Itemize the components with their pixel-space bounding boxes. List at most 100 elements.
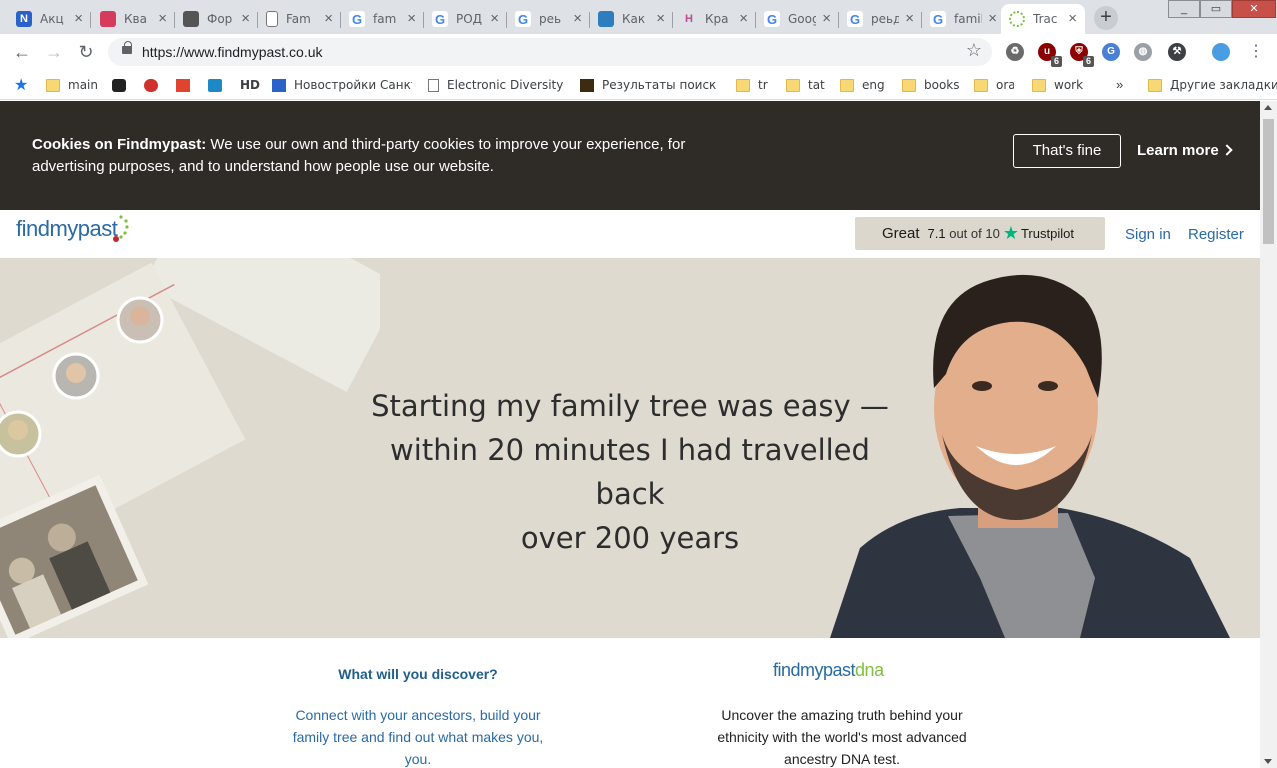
bookmark-item[interactable] bbox=[112, 77, 126, 93]
bookmarks-bar: ★ main HD Новостройки Санкт- Electronic Div… bbox=[0, 70, 1277, 100]
profile-avatar-icon[interactable] bbox=[1212, 43, 1230, 61]
bookmark-item[interactable]: books bbox=[902, 77, 960, 93]
learn-more-link[interactable]: Learn more bbox=[1137, 142, 1233, 159]
site-header: findmypast Great 7.1 out of 10 ★ Trustpi… bbox=[0, 210, 1260, 258]
bookmark-label: HD bbox=[240, 78, 261, 92]
tools-icon[interactable]: ⚒ bbox=[1168, 43, 1186, 61]
hero-quote: Starting my family tree was easy — withi… bbox=[370, 384, 890, 560]
rating-word: Great bbox=[882, 225, 920, 242]
folder-icon bbox=[974, 78, 988, 92]
new-tab-button[interactable]: + bbox=[1094, 6, 1118, 30]
discover-text[interactable]: Connect with your ancestors, build your … bbox=[284, 704, 552, 768]
tab-title: Fam bbox=[286, 12, 311, 26]
browser-tab[interactable]: G РОД × bbox=[424, 4, 507, 34]
google-g-icon: G bbox=[764, 11, 780, 27]
discover-heading[interactable]: What will you discover? bbox=[300, 666, 536, 682]
bookmark-label: Другие закладки bbox=[1170, 78, 1277, 92]
bookmark-other-folder[interactable]: Другие закладки bbox=[1148, 77, 1277, 93]
plug-icon bbox=[144, 78, 158, 92]
bookmark-item[interactable] bbox=[144, 77, 158, 93]
bookmark-item[interactable]: Новостройки Санкт- bbox=[272, 77, 412, 93]
tab-close-icon[interactable]: × bbox=[822, 10, 831, 27]
scroll-up-arrow-icon[interactable] bbox=[1264, 105, 1272, 110]
browser-tab[interactable]: Gреь × bbox=[507, 4, 590, 34]
accept-cookies-button[interactable]: That's fine bbox=[1013, 134, 1121, 168]
bookmark-item[interactable]: main bbox=[46, 77, 98, 93]
bookmark-item[interactable]: ora bbox=[974, 77, 1014, 93]
cookie-message: Cookies on Findmypast: We use our own an… bbox=[32, 134, 752, 178]
tab-divider bbox=[90, 12, 91, 28]
browser-tab[interactable]: H Кра × bbox=[673, 4, 756, 34]
bookmark-label: tr bbox=[758, 78, 768, 92]
bookmark-item[interactable]: HD bbox=[240, 77, 260, 93]
forward-button[interactable]: → bbox=[42, 40, 66, 64]
tab-title: Trac bbox=[1033, 12, 1058, 26]
trustpilot-rating[interactable]: Great 7.1 out of 10 ★ Trustpilot bbox=[855, 217, 1105, 250]
smiling-man-photo bbox=[830, 274, 1230, 638]
bookmark-label: Новостройки Санкт- bbox=[294, 78, 412, 92]
translate-icon[interactable]: G bbox=[1102, 43, 1120, 61]
shield-icon[interactable]: ⛨ 6 bbox=[1070, 43, 1094, 67]
tab-close-icon[interactable]: × bbox=[739, 10, 748, 27]
tab-close-icon[interactable]: × bbox=[490, 10, 499, 27]
recycle-icon[interactable]: ♻ bbox=[1006, 43, 1024, 61]
window-close-button[interactable]: ✕ bbox=[1232, 0, 1276, 18]
url-text[interactable]: https://www.findmypast.co.uk bbox=[142, 44, 323, 60]
maximize-button[interactable]: ▭ bbox=[1200, 0, 1232, 18]
tab-close-icon[interactable]: × bbox=[573, 10, 582, 27]
chevron-right-icon bbox=[1221, 144, 1233, 156]
tab-close-icon[interactable]: × bbox=[241, 10, 250, 27]
tab-close-icon[interactable]: × bbox=[324, 10, 333, 27]
page bbox=[428, 78, 439, 92]
minimize-button[interactable]: _ bbox=[1168, 0, 1200, 18]
browser-tab[interactable]: Как × bbox=[590, 4, 673, 34]
tab-close-icon[interactable]: × bbox=[407, 10, 416, 27]
tab-close-icon[interactable]: × bbox=[1068, 10, 1077, 27]
address-bar[interactable]: https://www.findmypast.co.uk ☆ bbox=[108, 38, 992, 66]
features-section: What will you discover? Connect with you… bbox=[0, 638, 1260, 768]
bookmark-item[interactable]: eng bbox=[840, 77, 885, 93]
browser-tab[interactable]: Gfam × bbox=[341, 4, 424, 34]
tab-title: Акц bbox=[40, 12, 64, 26]
ublock-icon[interactable]: u6 bbox=[1038, 43, 1062, 67]
menu-kebab-icon[interactable]: ⋮ bbox=[1244, 40, 1268, 64]
back-button[interactable]: ← bbox=[10, 40, 34, 64]
browser-tab[interactable]: Trac × bbox=[1001, 4, 1085, 34]
page-scrollbar[interactable] bbox=[1260, 101, 1277, 768]
scroll-down-arrow-icon[interactable] bbox=[1264, 759, 1272, 764]
bookmarks-overflow-button[interactable]: » bbox=[1116, 77, 1123, 92]
bookmark-item[interactable] bbox=[208, 77, 222, 93]
tab-close-icon[interactable]: × bbox=[988, 10, 997, 27]
bookmark-item[interactable]: tat bbox=[786, 77, 825, 93]
trustpilot-brand: Trustpilot bbox=[1020, 226, 1074, 241]
bookmark-star-icon[interactable]: ★ bbox=[14, 75, 28, 95]
findmypast-dna-logo[interactable]: findmypastdna bbox=[773, 660, 884, 681]
globe-ext-icon[interactable]: ◍ bbox=[1134, 43, 1152, 61]
bookmark-item[interactable]: Electronic Diversity V bbox=[428, 77, 564, 93]
scroll-thumb[interactable] bbox=[1263, 119, 1274, 244]
browser-tab[interactable]: Fam × bbox=[258, 4, 341, 34]
tab-close-icon[interactable]: × bbox=[905, 10, 914, 27]
browser-tab[interactable]: G Google × bbox=[756, 4, 839, 34]
browser-tab[interactable]: Ква × bbox=[92, 4, 175, 34]
bookmark-item[interactable]: Результаты поиска п bbox=[580, 77, 716, 93]
bookmark-item[interactable]: work bbox=[1032, 77, 1083, 93]
browser-tab[interactable]: N Акц × bbox=[8, 4, 91, 34]
browser-tab[interactable]: Фор × bbox=[175, 4, 258, 34]
browser-tab[interactable]: Gfamily tr × bbox=[922, 4, 1005, 34]
sign-in-link[interactable]: Sign in bbox=[1125, 226, 1171, 243]
browser-tab[interactable]: Gреьд ufl × bbox=[839, 4, 922, 34]
register-link[interactable]: Register bbox=[1188, 226, 1244, 243]
reload-button[interactable]: ↻ bbox=[74, 40, 98, 64]
tab-title: Google bbox=[788, 12, 816, 26]
tab-close-icon[interactable]: × bbox=[74, 10, 83, 27]
google-g-icon: G bbox=[349, 11, 365, 27]
bookmark-item[interactable]: tr bbox=[736, 77, 768, 93]
bookmark-star-icon[interactable]: ☆ bbox=[966, 40, 982, 61]
findmypast-logo[interactable]: findmypast bbox=[16, 215, 129, 242]
tab-close-icon[interactable]: × bbox=[158, 10, 167, 27]
learn-more-label: Learn more bbox=[1137, 142, 1219, 159]
bookmark-item[interactable] bbox=[176, 77, 190, 93]
tab-close-icon[interactable]: × bbox=[656, 10, 665, 27]
bookmark-label: books bbox=[924, 78, 960, 92]
